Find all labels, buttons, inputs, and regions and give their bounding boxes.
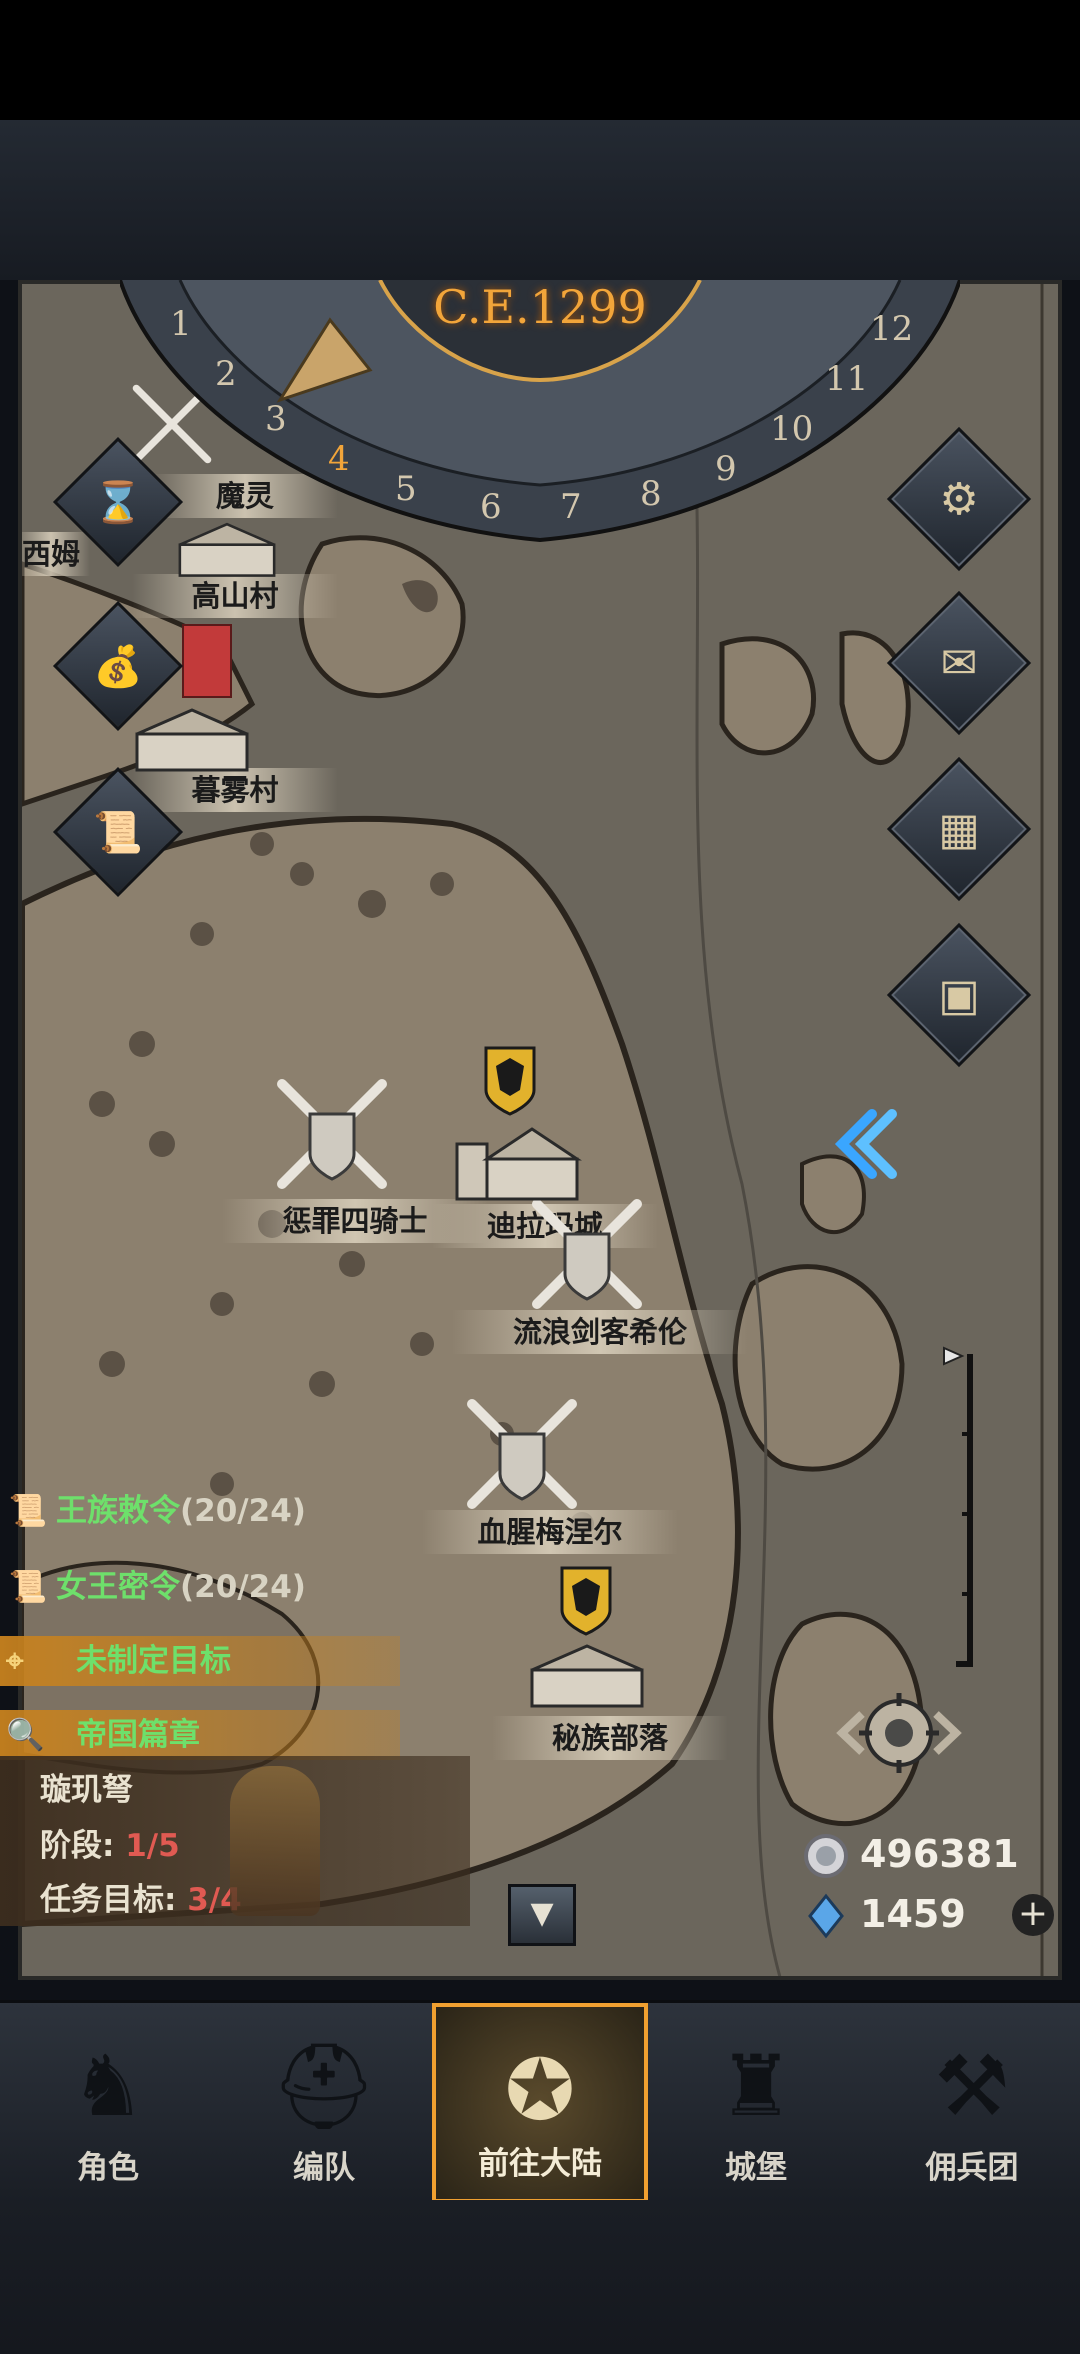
gear-icon: ⚙ <box>939 473 979 525</box>
map-label-high-mountain[interactable]: 高山村 <box>132 574 338 618</box>
village-icon[interactable] <box>522 1640 652 1710</box>
faction-shield-icon[interactable] <box>560 1566 612 1636</box>
chapter-subject: 璇玑弩 <box>40 1772 133 1808</box>
map-label-bloody-mezer[interactable]: 血腥梅涅尔 <box>422 1510 678 1554</box>
village-icon[interactable] <box>122 704 262 774</box>
nav-continent[interactable]: ✪ 前往大陆 <box>432 2003 648 2203</box>
map-label-secret-tribe[interactable]: 秘族部落 <box>492 1716 728 1760</box>
nav-character[interactable]: ♞ 角色 <box>0 2003 216 2203</box>
quest-item[interactable]: 📜 王族敕令(20/24) <box>0 1484 306 1538</box>
timeline-tick: 12 <box>870 309 913 349</box>
bottom-nav: ♞ 角色 ⛑ 编队 ✪ 前往大陆 ♜ 城堡 ⚒ 佣兵团 <box>0 2000 1080 2203</box>
timeline-tick: 8 <box>640 474 662 514</box>
add-crystal-button[interactable]: + <box>1012 1894 1054 1936</box>
silver-coin-icon <box>804 1834 848 1878</box>
crate-icon: ▣ <box>938 969 980 1021</box>
game-screen: 魔灵 西姆 高山村 暮雾村 惩罪四骑士 迪拉玛城 流浪剑客希伦 血腥梅涅尔 秘族… <box>0 0 1080 2354</box>
status-area <box>0 0 1080 120</box>
timeline-tick: 7 <box>560 487 582 527</box>
knight-icon: ♞ <box>70 2037 146 2135</box>
timeline-tick: 3 <box>265 399 287 439</box>
nav-castle[interactable]: ♜ 城堡 <box>648 2003 864 2203</box>
timeline-tick: 10 <box>770 409 813 449</box>
hourglass-icon: ⌛ <box>93 479 143 526</box>
axe-icon: ⚒ <box>934 2037 1010 2135</box>
chapter-panel[interactable]: 璇玑弩 阶段: 1/5 任务目标: 3/4 <box>0 1756 470 1926</box>
top-banner <box>0 120 1080 280</box>
double-chevron-icon[interactable] <box>822 1104 902 1184</box>
chapter-title-row[interactable]: 🔍 帝国篇章 <box>6 1708 200 1762</box>
timeline-tick: 11 <box>825 359 868 399</box>
timeline-tick: 1 <box>170 304 192 344</box>
target-icon: ⌖ <box>6 1643 24 1679</box>
system-nav-area <box>0 2200 1080 2354</box>
chapter-task: 任务目标: 3/4 <box>40 1882 242 1918</box>
castle-icon: ♜ <box>718 2037 794 2135</box>
character-portrait <box>230 1766 320 1916</box>
compass-icon: ✪ <box>504 2041 576 2139</box>
crystal-icon <box>808 1893 844 1939</box>
timeline-tick: 6 <box>480 487 502 527</box>
year-display: C.E.1299 <box>433 280 647 334</box>
money-bag-icon: 💰 <box>93 643 143 690</box>
scroll-icon: 📜 <box>8 1569 48 1605</box>
goal-row[interactable]: ⌖ 未制定目标 <box>6 1634 231 1688</box>
scroll-icon: 📜 <box>8 1493 48 1529</box>
timeline-tick-current: 4 <box>328 439 350 479</box>
scroll-icon: 📜 <box>93 809 143 856</box>
nav-mercenary[interactable]: ⚒ 佣兵团 <box>864 2003 1080 2203</box>
crossed-swords-icon[interactable] <box>452 1394 592 1514</box>
silver-amount: 496381 <box>860 1832 1019 1876</box>
locate-target-icon[interactable] <box>834 1678 964 1788</box>
helmet-icon: ⛑ <box>270 2037 378 2135</box>
timeline-tick: 9 <box>715 449 737 489</box>
search-icon: 🔍 <box>6 1717 45 1753</box>
grid-icon: ▦ <box>938 803 980 855</box>
timeline-tick: 2 <box>215 354 237 394</box>
timeline-tick: 5 <box>395 469 417 509</box>
faction-shield-icon[interactable] <box>484 1046 536 1116</box>
quest-item[interactable]: 📜 女王密令(20/24) <box>0 1560 306 1614</box>
zoom-slider[interactable] <box>940 1344 980 1674</box>
mail-icon: ✉ <box>940 637 978 689</box>
map-label-wandering-swordsman[interactable]: 流浪剑客希伦 <box>452 1310 748 1354</box>
crossed-swords-icon[interactable] <box>517 1194 657 1314</box>
red-banner-icon <box>182 624 232 698</box>
nav-formation[interactable]: ⛑ 编队 <box>216 2003 432 2203</box>
crystal-amount: 1459 <box>860 1892 966 1936</box>
collapse-panel-button[interactable]: ▼ <box>508 1884 576 1946</box>
crossed-swords-icon[interactable] <box>262 1074 402 1194</box>
castle-icon[interactable] <box>447 1114 587 1204</box>
chapter-stage: 阶段: 1/5 <box>40 1828 180 1864</box>
map-label-dark-mist[interactable]: 暮雾村 <box>132 768 338 812</box>
